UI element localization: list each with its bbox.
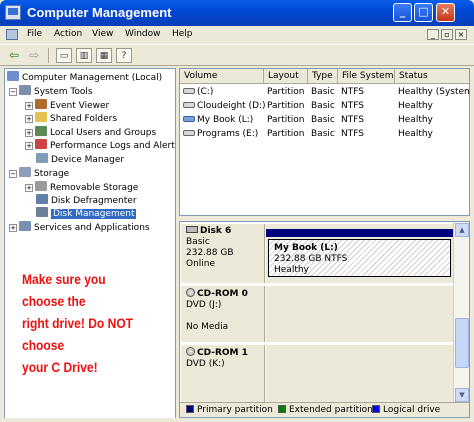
tree-performance-logs[interactable]: + Performance Logs and Alerts <box>25 139 175 152</box>
expand-icon[interactable]: + <box>25 115 33 123</box>
cdrom-1-info[interactable]: CD-ROM 1 DVD (K:) <box>181 345 265 403</box>
volume-list: Volume Layout Type File System Status (C… <box>179 68 470 216</box>
title-bar: Computer Management _ □ ✕ <box>0 0 474 26</box>
collapse-icon[interactable]: − <box>9 170 17 178</box>
menu-window[interactable]: Window <box>125 29 161 39</box>
legend-extended: Extended partition <box>272 403 373 417</box>
vertical-scrollbar[interactable]: ▲ ▼ <box>453 222 469 403</box>
toolbox-icon <box>19 85 31 95</box>
tree-local-users[interactable]: + Local Users and Groups <box>25 126 156 139</box>
tree-services-and-applications[interactable]: + Services and Applications <box>9 221 150 234</box>
my-book-partition[interactable]: My Book (L:) 232.88 GB NTFS Healthy <box>268 239 451 277</box>
mdi-close-button[interactable]: × <box>455 29 467 40</box>
mdi-minimize-button[interactable]: _ <box>427 29 439 40</box>
disk-management-icon <box>36 207 48 217</box>
device-manager-icon <box>36 153 48 163</box>
drive-icon <box>183 130 195 136</box>
column-header-file-system[interactable]: File System <box>338 69 395 84</box>
legend-swatch <box>278 405 286 413</box>
column-header-volume[interactable]: Volume <box>180 69 264 84</box>
scroll-thumb[interactable] <box>455 318 469 368</box>
expand-icon[interactable]: + <box>25 142 33 150</box>
partition-legend: Primary partition Extended partition Log… <box>180 402 469 417</box>
up-folder-icon[interactable]: ▭ <box>56 48 72 63</box>
primary-partition-bar <box>266 229 453 237</box>
mdi-restore-button[interactable]: ▫ <box>441 29 453 40</box>
close-button[interactable]: ✕ <box>436 3 455 22</box>
drive-icon <box>183 102 195 108</box>
menu-help[interactable]: Help <box>172 29 193 39</box>
usb-drive-icon <box>183 116 195 122</box>
tree-event-viewer[interactable]: + Event Viewer <box>25 99 109 112</box>
toolbar-separator <box>48 48 49 63</box>
mdi-window-icon[interactable] <box>6 29 18 40</box>
cdrom-1-area <box>266 345 453 403</box>
tree-removable-storage[interactable]: + Removable Storage <box>25 181 138 194</box>
legend-logical: Logical drive <box>366 403 440 417</box>
storage-icon <box>19 167 31 177</box>
cd-rom-icon <box>186 288 195 297</box>
table-row[interactable]: Programs (E:) Partition Basic NTFS Healt… <box>180 127 469 141</box>
event-viewer-icon <box>35 99 47 109</box>
disk-6-info[interactable]: Disk 6 Basic 232.88 GB Online <box>181 224 265 283</box>
services-icon <box>19 221 31 231</box>
expand-icon[interactable]: + <box>25 102 33 110</box>
disk-view: Disk 6 Basic 232.88 GB Online My Book (L… <box>179 221 470 418</box>
removable-storage-icon <box>35 181 47 191</box>
warning-line-1: Make sure you choose the <box>22 271 106 309</box>
warning-line-3: your C Drive! <box>22 359 98 375</box>
minimize-button[interactable]: _ <box>393 3 412 22</box>
tree-shared-folders[interactable]: + Shared Folders <box>25 112 117 125</box>
performance-icon <box>35 139 47 149</box>
cd-rom-icon <box>186 347 195 356</box>
expand-icon[interactable]: + <box>9 224 17 232</box>
defrag-icon <box>36 194 48 204</box>
tree-disk-management[interactable]: Disk Management <box>36 207 137 220</box>
expand-icon[interactable]: + <box>25 184 33 192</box>
window-title: Computer Management <box>27 5 172 20</box>
hard-disk-icon <box>186 226 198 233</box>
shared-folders-icon <box>35 112 47 122</box>
scroll-down-icon[interactable]: ▼ <box>455 388 469 402</box>
column-header-layout[interactable]: Layout <box>264 69 308 84</box>
tree-computer-management[interactable]: Computer Management (Local) <box>7 71 162 84</box>
warning-annotation: Make sure you choose the right drive! Do… <box>22 268 151 378</box>
drive-icon <box>183 88 195 94</box>
forward-arrow-icon[interactable]: ⇨ <box>26 48 42 63</box>
table-row[interactable]: My Book (L:) Partition Basic NTFS Health… <box>180 113 469 127</box>
column-header-status[interactable]: Status <box>395 69 469 84</box>
computer-icon <box>7 71 19 81</box>
table-row[interactable]: Cloudeight (D:) Partition Basic NTFS Hea… <box>180 99 469 113</box>
column-header-type[interactable]: Type <box>308 69 338 84</box>
warning-line-2: right drive! Do NOT choose <box>22 315 134 353</box>
tree-system-tools[interactable]: − System Tools <box>9 85 93 98</box>
menu-action[interactable]: Action <box>54 29 82 39</box>
help-icon[interactable]: ? <box>116 48 132 63</box>
menu-view[interactable]: View <box>92 29 113 39</box>
show-hide-tree-icon[interactable]: ▥ <box>76 48 92 63</box>
computer-management-icon[interactable] <box>5 5 21 20</box>
cdrom-0-area <box>266 286 453 342</box>
legend-swatch <box>372 405 380 413</box>
expand-icon[interactable]: + <box>25 129 33 137</box>
back-arrow-icon[interactable]: ⇦ <box>6 48 22 63</box>
tree-device-manager[interactable]: Device Manager <box>36 153 124 166</box>
maximize-button[interactable]: □ <box>414 3 433 22</box>
disk-6-partitions: My Book (L:) 232.88 GB NTFS Healthy <box>266 224 453 283</box>
cdrom-0-info[interactable]: CD-ROM 0 DVD (J:) No Media <box>181 286 265 342</box>
table-row[interactable]: (C:) Partition Basic NTFS Healthy (Syste… <box>180 85 469 99</box>
tree-disk-defragmenter[interactable]: Disk Defragmenter <box>36 194 137 207</box>
scroll-up-icon[interactable]: ▲ <box>455 223 469 237</box>
status-bar <box>0 418 474 422</box>
legend-swatch <box>186 405 194 413</box>
toolbar: ⇦ ⇨ ▭ ▥ ▦ ? <box>0 44 474 66</box>
menu-file[interactable]: File <box>27 29 42 39</box>
tree-storage[interactable]: − Storage <box>9 167 69 180</box>
legend-primary: Primary partition <box>180 403 273 417</box>
properties-icon[interactable]: ▦ <box>96 48 112 63</box>
users-icon <box>35 126 47 136</box>
menu-bar: File Action View Window Help _ ▫ × <box>0 26 474 44</box>
collapse-icon[interactable]: − <box>9 88 17 96</box>
